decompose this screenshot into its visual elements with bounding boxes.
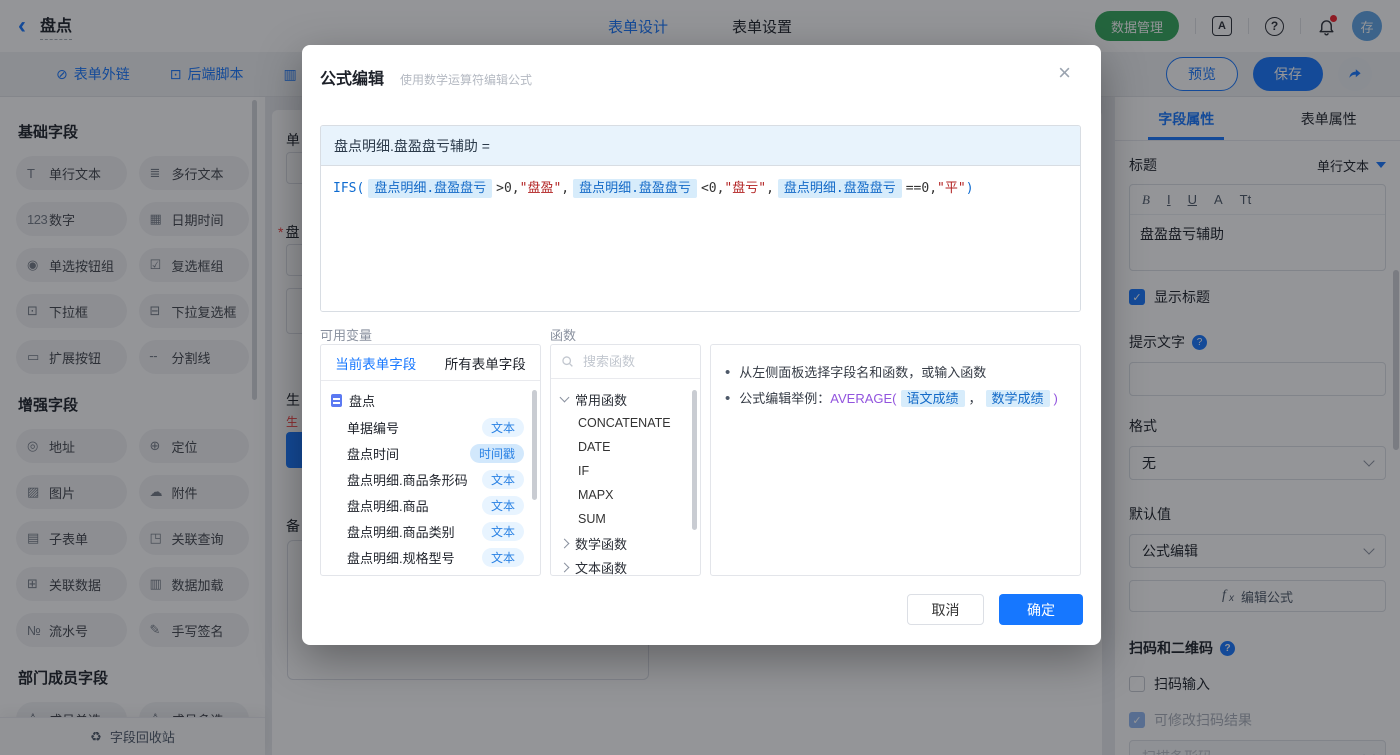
example-function: AVERAGE(	[830, 391, 896, 406]
tip-line-1: • 从左侧面板选择字段名和函数，或输入函数	[725, 360, 1066, 386]
modal-header: 公式编辑 使用数学运算符编辑公式	[302, 45, 1101, 89]
function-group-label: 文本函数	[575, 558, 627, 577]
tab-current-form-fields[interactable]: 当前表单字段	[321, 345, 431, 380]
formula-token[interactable]: 盘点明细.盘盈盘亏	[778, 179, 902, 198]
formula-token[interactable]: "盘亏"	[724, 181, 766, 196]
formula-token[interactable]: ,	[766, 181, 774, 196]
variables-scrollbar[interactable]	[532, 390, 537, 500]
close-icon[interactable]: ×	[1052, 61, 1077, 85]
variable-row[interactable]: 盘点时间 时间戳	[321, 440, 540, 466]
variable-type-badge: 文本	[482, 548, 524, 567]
variable-type-badge: 文本	[482, 496, 524, 515]
confirm-button[interactable]: 确定	[999, 594, 1083, 625]
function-search-input[interactable]	[581, 353, 681, 370]
function-search[interactable]	[551, 345, 700, 379]
formula-editor-modal: 公式编辑 使用数学运算符编辑公式 × 盘点明细.盘盈盘亏辅助 = IFS(盘点明…	[302, 45, 1101, 645]
variables-panel: 当前表单字段 所有表单字段 盘点 单据编号 文本	[320, 344, 541, 576]
variables-tree: 盘点 单据编号 文本 盘点时间 时间戳	[321, 381, 540, 570]
function-group-math[interactable]: 数学函数	[551, 531, 700, 555]
formula-token[interactable]: <0,	[701, 181, 724, 196]
function-item[interactable]: SUM	[551, 507, 700, 531]
functions-scrollbar[interactable]	[692, 390, 697, 530]
formula-token[interactable]: "平"	[937, 181, 966, 196]
variables-root-node[interactable]: 盘点	[321, 386, 540, 414]
formula-token[interactable]: IFS(	[333, 181, 364, 196]
variable-row[interactable]: 盘点明细.商品类别 文本	[321, 518, 540, 544]
formula-token[interactable]: 盘点明细.盘盈盘亏	[573, 179, 697, 198]
function-group-common[interactable]: 常用函数	[551, 387, 700, 411]
variable-name: 单据编号	[347, 418, 482, 437]
formula-box: 盘点明细.盘盈盘亏辅助 = IFS( 盘点明细.盘盈盘亏 >0,"盘盈", 盘点明细.…	[320, 125, 1081, 312]
function-item[interactable]: CONCATENATE	[551, 411, 700, 435]
variable-type-badge: 时间戳	[470, 444, 524, 463]
variable-name: 盘点明细.商品	[347, 496, 482, 515]
bullet-icon: •	[725, 360, 730, 386]
variable-row[interactable]: 盘点明细.规格型号 文本	[321, 544, 540, 570]
app-window: ‹ 盘点 表单设计 表单设置 数据管理 A ? 存 ⊘ 表单外链	[0, 0, 1400, 755]
cancel-button[interactable]: 取消	[907, 594, 984, 625]
formula-editor-area[interactable]: IFS( 盘点明细.盘盈盘亏 >0,"盘盈", 盘点明细.盘盈盘亏 <0,"盘亏", 盘点…	[321, 166, 1080, 311]
function-group-label: 常用函数	[575, 390, 627, 409]
variables-label: 可用变量	[320, 325, 372, 344]
variable-row[interactable]: 盘点明细.商品 文本	[321, 492, 540, 518]
example-prefix: 公式编辑举例：	[739, 391, 830, 406]
variable-row[interactable]: 单据编号 文本	[321, 414, 540, 440]
function-group-label: 数学函数	[575, 534, 627, 553]
chevron-down-icon	[560, 393, 570, 403]
function-group-text[interactable]: 文本函数	[551, 555, 700, 576]
functions-panel: 常用函数 CONCATENATEDATEIFMAPXSUM 数学函数 文本函数	[550, 344, 701, 576]
functions-tree: 常用函数 CONCATENATEDATEIFMAPXSUM 数学函数 文本函数	[551, 379, 700, 576]
function-items: CONCATENATEDATEIFMAPXSUM	[551, 411, 700, 531]
formula-token[interactable]: ,	[561, 181, 569, 196]
functions-label: 函数	[550, 325, 576, 344]
variable-name: 盘点明细.商品类别	[347, 522, 482, 541]
chevron-right-icon	[560, 538, 570, 548]
example-function: )	[1054, 391, 1058, 406]
modal-footer: 取消 确定	[907, 594, 1083, 625]
function-item[interactable]: MAPX	[551, 483, 700, 507]
variable-row[interactable]: 盘点明细.商品条形码 文本	[321, 466, 540, 492]
variables-tabs: 当前表单字段 所有表单字段	[321, 345, 540, 381]
variable-type-badge: 文本	[482, 470, 524, 489]
tip-line-2: • 公式编辑举例：AVERAGE(语文成绩，数学成绩)	[725, 386, 1066, 412]
example-field-chip: 数学成绩	[986, 390, 1050, 407]
function-item[interactable]: DATE	[551, 435, 700, 459]
variable-type-badge: 文本	[482, 522, 524, 541]
variables-root-label: 盘点	[349, 391, 375, 410]
formula-token[interactable]: )	[966, 181, 974, 196]
search-icon	[561, 355, 574, 368]
tab-all-form-fields[interactable]: 所有表单字段	[431, 345, 541, 380]
modal-subtitle: 使用数学运算符编辑公式	[400, 71, 532, 88]
formula-token[interactable]: "盘盈"	[520, 181, 562, 196]
chevron-right-icon	[560, 562, 570, 572]
form-doc-icon	[331, 394, 342, 407]
variable-name: 盘点明细.商品条形码	[347, 470, 482, 489]
formula-target: 盘点明细.盘盈盘亏辅助 =	[321, 126, 1080, 166]
formula-token[interactable]: ==0,	[906, 181, 937, 196]
variable-name: 盘点明细.规格型号	[347, 548, 482, 567]
function-item[interactable]: IF	[551, 459, 700, 483]
tips-panel: • 从左侧面板选择字段名和函数，或输入函数 • 公式编辑举例：AVERAGE( 语…	[710, 344, 1081, 576]
variables-rows: 单据编号 文本 盘点时间 时间戳 盘点明细.商品条形码 文本	[321, 414, 540, 570]
bullet-icon: •	[725, 386, 730, 412]
variable-type-badge: 文本	[482, 418, 524, 437]
modal-title: 公式编辑	[320, 65, 384, 89]
formula-token[interactable]: >0,	[496, 181, 519, 196]
example-field-chip: 语文成绩	[901, 390, 965, 407]
formula-token[interactable]: 盘点明细.盘盈盘亏	[368, 179, 492, 198]
variable-name: 盘点时间	[347, 444, 470, 463]
